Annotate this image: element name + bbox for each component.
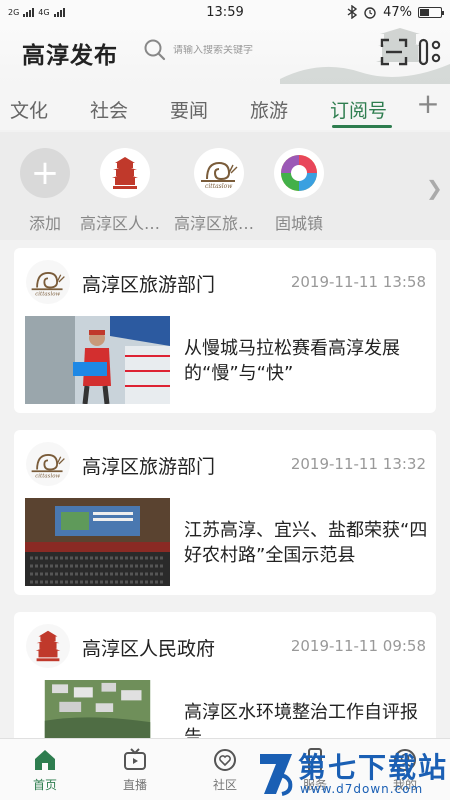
swirl-logo xyxy=(274,148,324,198)
status-time: 13:59 xyxy=(206,4,244,20)
tab-society[interactable]: 社会 xyxy=(90,96,128,123)
network-type-2: 4G xyxy=(38,7,50,17)
card-time: 2019-11-11 13:32 xyxy=(290,455,426,473)
search-icon xyxy=(144,39,166,61)
site-watermark: 第七下载站 www.d7down.com xyxy=(256,744,450,800)
card-title: 从慢城马拉松赛看高淳发展的“慢”与“快” xyxy=(184,338,400,384)
subscription-label: 添加 xyxy=(28,214,61,233)
watermark-logo-icon xyxy=(260,754,293,796)
subscription-label: 固城镇 xyxy=(274,214,323,233)
nav-home[interactable]: 首页 xyxy=(0,739,90,800)
nav-label: 社区 xyxy=(212,778,237,792)
conference-hall-photo xyxy=(25,498,170,586)
nav-label: 直播 xyxy=(122,778,147,792)
plus-icon: + xyxy=(20,148,70,198)
bluetooth-icon xyxy=(347,5,358,19)
alarm-icon xyxy=(364,7,376,19)
app-title: 高淳发布 xyxy=(22,43,118,69)
card-time: 2019-11-11 09:58 xyxy=(290,637,426,655)
svg-text:cittaslow: cittaslow xyxy=(35,474,60,480)
card-source: 高淳区旅游部门 xyxy=(82,456,216,478)
app-header: 高淳发布 xyxy=(0,24,450,84)
nav-label: 首页 xyxy=(32,778,57,792)
search-input[interactable] xyxy=(173,44,293,56)
watermark-title: 第七下载站 xyxy=(298,751,449,784)
subscription-row: + 添加 高淳区人民政府 cittaslow 高淳区旅游部门 固城镇 ❯ xyxy=(0,132,450,240)
signal-icon-2 xyxy=(53,7,65,17)
add-tab-icon[interactable]: + xyxy=(414,90,442,118)
feed-card[interactable]: 高淳区人民政府 2019-11-11 09:58 高淳区水环境整治工作自评报告 xyxy=(14,612,436,752)
pagoda-logo xyxy=(26,624,70,668)
subscription-add[interactable]: + 添加 xyxy=(0,148,90,234)
signal-icon xyxy=(23,7,35,17)
category-tabs: 文化 社会 要闻 旅游 订阅号 + xyxy=(0,84,450,130)
subscription-item[interactable]: 高淳区人民政府 xyxy=(80,148,170,234)
snail-logo: cittaslow xyxy=(194,148,244,198)
marathon-runner-photo xyxy=(25,316,170,404)
tab-news[interactable]: 要闻 xyxy=(170,96,208,123)
battery-level xyxy=(420,8,430,16)
feed-card[interactable]: cittaslow 高淳区旅游部门 2019-11-11 13:32 江苏高淳、… xyxy=(14,430,436,595)
watermark-url: www.d7down.com xyxy=(300,782,424,796)
network-type-1: 2G xyxy=(8,7,20,17)
card-source: 高淳区人民政府 xyxy=(82,638,216,660)
signal-group: 2G 4G xyxy=(8,7,65,17)
home-icon xyxy=(35,750,55,770)
battery-percent: 47% xyxy=(383,4,412,20)
svg-text:cittaslow: cittaslow xyxy=(35,292,60,298)
card-title: 江苏高淳、宜兴、盐都荣获“四好农村路”全国示范县 xyxy=(184,520,428,566)
subscription-label: 高淳区旅游部门 xyxy=(174,214,264,233)
battery-icon xyxy=(418,6,444,18)
search-bar[interactable] xyxy=(143,38,293,62)
active-tab-indicator xyxy=(332,125,392,128)
tab-travel[interactable]: 旅游 xyxy=(250,96,288,123)
subscription-item[interactable]: 固城镇 xyxy=(254,148,344,234)
snail-logo: cittaslow xyxy=(26,260,70,304)
more-menu-icon[interactable] xyxy=(418,38,442,66)
status-right: 47% xyxy=(347,4,444,20)
tv-icon xyxy=(124,748,146,770)
subscription-label: 高淳区人民政府 xyxy=(80,214,170,233)
snail-logo: cittaslow xyxy=(26,442,70,486)
tab-culture[interactable]: 文化 xyxy=(10,96,48,123)
card-source: 高淳区旅游部门 xyxy=(82,274,216,296)
chevron-right-icon[interactable]: ❯ xyxy=(426,176,443,200)
heart-icon xyxy=(214,749,236,771)
svg-text:cittaslow: cittaslow xyxy=(205,183,233,190)
status-bar: 2G 4G 13:59 47% xyxy=(0,0,450,24)
subscription-item[interactable]: cittaslow 高淳区旅游部门 xyxy=(174,148,264,234)
nav-live[interactable]: 直播 xyxy=(90,739,180,800)
card-time: 2019-11-11 13:58 xyxy=(290,273,426,291)
village-aerial-photo xyxy=(44,680,151,744)
feed-card[interactable]: cittaslow 高淳区旅游部门 2019-11-11 13:58 从慢城马拉… xyxy=(14,248,436,413)
pagoda-logo xyxy=(100,148,150,198)
scan-icon[interactable] xyxy=(380,38,408,66)
tab-subscriptions[interactable]: 订阅号 xyxy=(330,96,387,123)
